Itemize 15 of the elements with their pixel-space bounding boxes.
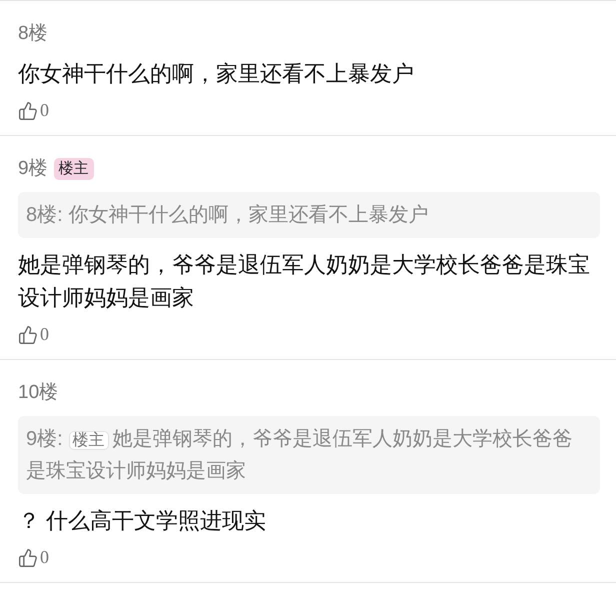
comment-text: ？ 什么高干文学照进现实 [18, 507, 268, 535]
floor-number: 10楼 [18, 381, 58, 405]
author-tag: 楼主 [54, 158, 94, 180]
like-count: 0 [40, 547, 49, 568]
quoted-reply: 9楼: 楼主 她是弹钢琴的，爷爷是退伍军人奶奶是大学校长爸爸是珠宝设计师妈妈是画家 [18, 416, 600, 494]
quoted-reply: 8楼: 你女神干什么的啊，家里还看不上暴发户 [18, 192, 600, 238]
like-count: 0 [40, 324, 49, 345]
thumbs-up-icon[interactable] [18, 100, 38, 120]
floor-number: 8楼 [18, 22, 48, 46]
floor-number: 9楼 [18, 157, 48, 181]
thumbs-up-icon[interactable] [18, 548, 38, 568]
comment-text: 你女神干什么的啊，家里还看不上暴发户 [18, 60, 415, 88]
like-count: 0 [40, 100, 49, 121]
thumbs-up-icon[interactable] [18, 324, 38, 344]
comment-text: 她是弹钢琴的，爷爷是退伍军人奶奶是大学校长爸爸是珠宝设计师妈妈是画家 [18, 251, 591, 312]
